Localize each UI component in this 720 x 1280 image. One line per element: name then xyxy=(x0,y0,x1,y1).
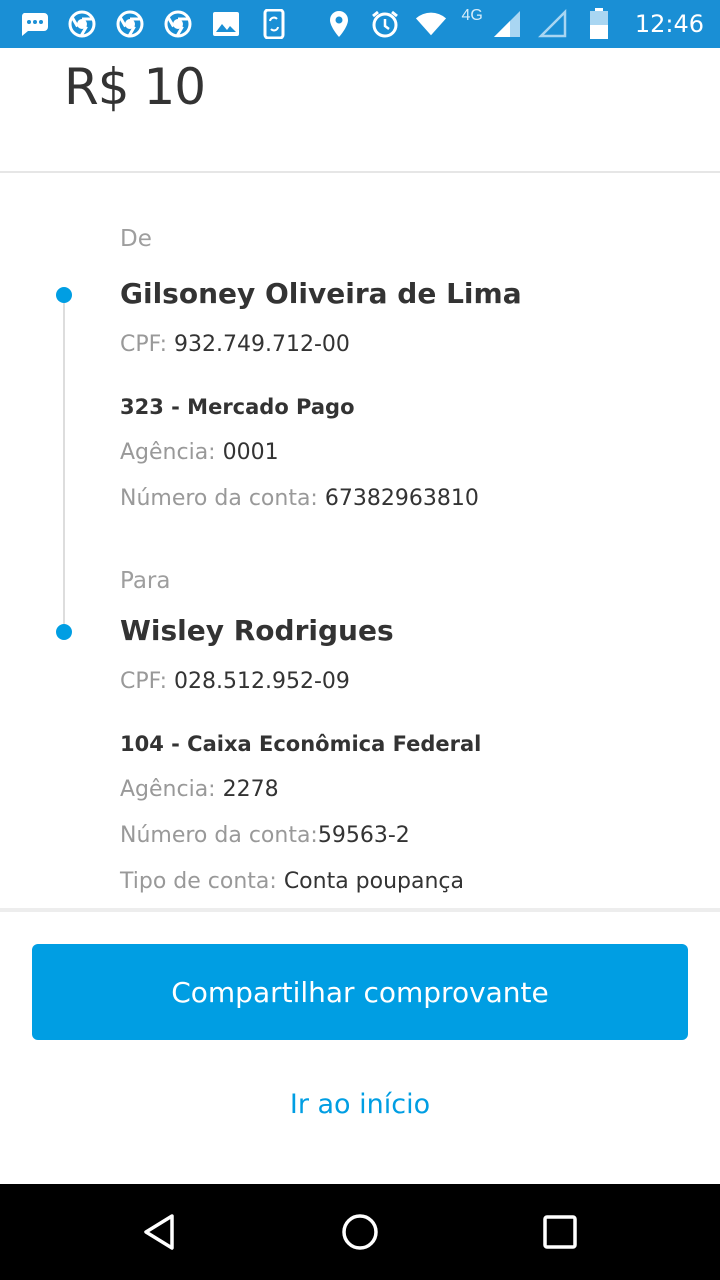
chrome-icon xyxy=(114,8,146,40)
recipient-name: Wisley Rodrigues xyxy=(120,614,394,647)
sender-agency-row: Agência: 0001 xyxy=(120,440,279,465)
go-home-link[interactable]: Ir ao início xyxy=(0,1080,720,1128)
sender-agency: 0001 xyxy=(222,440,279,465)
recipient-cpf: 028.512.952-09 xyxy=(174,669,350,694)
from-label: De xyxy=(120,226,152,252)
sender-cpf-row: CPF: 932.749.712-00 xyxy=(120,332,350,357)
timeline-dot-from xyxy=(56,287,72,303)
recents-icon[interactable] xyxy=(536,1208,584,1256)
recipient-account: 59563-2 xyxy=(317,823,410,848)
agency-label: Agência: xyxy=(120,777,216,802)
network-type: 4G xyxy=(461,7,483,24)
agency-label: Agência: xyxy=(120,440,216,465)
sender-cpf: 932.749.712-00 xyxy=(174,332,350,357)
chrome-icon xyxy=(162,8,194,40)
transfer-amount: R$ 10 xyxy=(64,58,206,116)
recipient-account-type: Conta poupança xyxy=(283,869,465,894)
navigation-bar xyxy=(0,1184,720,1280)
chat-bubble-icon xyxy=(18,8,50,40)
sender-account: 67382963810 xyxy=(324,486,479,511)
recipient-agency-row: Agência: 2278 xyxy=(120,777,279,802)
location-icon xyxy=(323,8,355,40)
share-receipt-button[interactable]: Compartilhar comprovante xyxy=(32,944,688,1040)
account-label: Número da conta: xyxy=(120,823,318,848)
chrome-icon xyxy=(66,8,98,40)
sender-account-row: Número da conta: 67382963810 xyxy=(120,486,479,511)
back-icon[interactable] xyxy=(136,1208,184,1256)
recipient-bank: 104 - Caixa Econômica Federal xyxy=(120,732,482,756)
system-icons: 4G 12:46 xyxy=(323,0,704,48)
image-icon xyxy=(210,8,242,40)
notification-icons xyxy=(18,8,290,40)
signal-empty-icon xyxy=(537,8,569,40)
sender-name: Gilsoney Oliveira de Lima xyxy=(120,277,522,310)
account-type-label: Tipo de conta: xyxy=(120,869,277,894)
alarm-icon xyxy=(369,8,401,40)
status-bar: 4G 12:46 xyxy=(0,0,720,48)
divider xyxy=(0,171,720,173)
timeline-dot-to xyxy=(56,624,72,640)
clock: 12:46 xyxy=(634,10,704,38)
timeline-line xyxy=(63,296,65,632)
recipient-cpf-row: CPF: 028.512.952-09 xyxy=(120,669,350,694)
to-label: Para xyxy=(120,568,171,594)
cpf-label: CPF: xyxy=(120,669,167,694)
recipient-account-type-row: Tipo de conta: Conta poupança xyxy=(120,869,464,894)
signal-icon xyxy=(491,8,523,40)
account-label: Número da conta: xyxy=(120,486,318,511)
battery-icon xyxy=(583,8,615,40)
phone-sync-icon xyxy=(258,8,290,40)
sender-bank: 323 - Mercado Pago xyxy=(120,395,355,419)
cpf-label: CPF: xyxy=(120,332,167,357)
recipient-account-row: Número da conta:59563-2 xyxy=(120,823,410,848)
home-icon[interactable] xyxy=(336,1208,384,1256)
recipient-agency: 2278 xyxy=(222,777,279,802)
wifi-icon xyxy=(415,8,447,40)
